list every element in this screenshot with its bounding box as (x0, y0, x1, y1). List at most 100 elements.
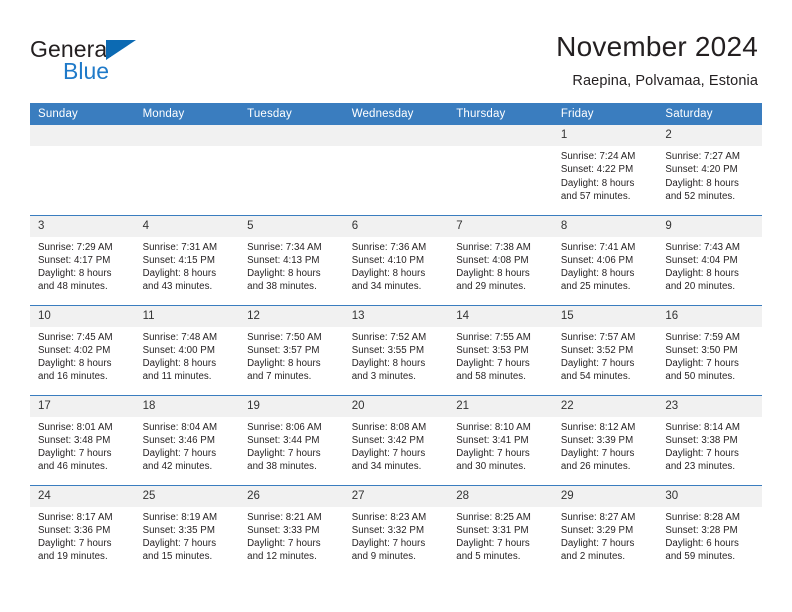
brand-logo[interactable]: General Blue (30, 36, 220, 86)
day-daylight2-text: and 42 minutes. (142, 461, 213, 473)
day-sunrise-text: Sunrise: 8:19 AM (142, 511, 218, 523)
day-daylight1-text: Daylight: 7 hours (560, 538, 635, 550)
calendar-day-cell[interactable]: 21 Sunrise: 8:10 AM Sunset: 3:41 PM Dayligh… (448, 394, 553, 485)
calendar-day-cell[interactable]: 16 Sunrise: 7:59 AM Sunset: 3:50 PM Dayligh… (657, 304, 762, 395)
day-sun-info: Sunrise: 7:36 AM Sunset: 4:10 PM Daylight:… (344, 237, 449, 294)
day-sun-info: Sunrise: 8:14 AM Sunset: 3:38 PM Daylight:… (657, 417, 762, 474)
calendar-day-cell[interactable]: 23 Sunrise: 8:14 AM Sunset: 3:38 PM Dayligh… (657, 394, 762, 485)
calendar-day-cell[interactable]: 2 Sunrise: 7:27 AM Sunset: 4:20 PM Daylight… (657, 125, 762, 215)
weekday-header-saturday: Saturday (657, 103, 762, 125)
day-daylight2-text: and 2 minutes. (560, 551, 626, 563)
calendar-day-cell[interactable]: 30 Sunrise: 8:28 AM Sunset: 3:28 PM Dayligh… (657, 484, 762, 575)
day-sunrise-text: Sunrise: 7:57 AM (560, 331, 636, 343)
calendar-day-cell[interactable]: 25 Sunrise: 8:19 AM Sunset: 3:35 PM Dayligh… (134, 484, 240, 575)
day-sun-info: Sunrise: 8:25 AM Sunset: 3:31 PM Daylight:… (448, 507, 553, 564)
day-number: 16 (657, 305, 762, 327)
calendar-page: General Blue November 2024 Raepina, Polv… (0, 0, 792, 612)
calendar-day-cell[interactable]: 28 Sunrise: 8:25 AM Sunset: 3:31 PM Dayligh… (448, 484, 553, 575)
day-daylight1-text: Daylight: 7 hours (351, 538, 426, 550)
day-sunset-text: Sunset: 3:55 PM (351, 344, 425, 356)
day-sunset-text: Sunset: 4:17 PM (38, 254, 111, 266)
calendar-day-cell[interactable]: 7 Sunrise: 7:38 AM Sunset: 4:08 PM Daylight… (448, 214, 553, 305)
calendar-body: 1 Sunrise: 7:24 AM Sunset: 4:22 PM Daylight… (30, 125, 762, 575)
calendar-day-cell[interactable]: 17 Sunrise: 8:01 AM Sunset: 3:48 PM Dayligh… (30, 394, 135, 485)
calendar-day-cell[interactable]: 14 Sunrise: 7:55 AM Sunset: 3:53 PM Dayligh… (448, 304, 553, 395)
day-sun-info: Sunrise: 7:43 AM Sunset: 4:04 PM Daylight:… (657, 237, 762, 294)
calendar-table: Sunday Monday Tuesday Wednesday Thursday… (30, 103, 762, 575)
day-sunrise-text: Sunrise: 7:43 AM (665, 241, 740, 253)
calendar-day-cell[interactable]: 6 Sunrise: 7:36 AM Sunset: 4:10 PM Daylight… (343, 214, 449, 305)
calendar-day-cell[interactable]: 18 Sunrise: 8:04 AM Sunset: 3:46 PM Dayligh… (134, 394, 240, 485)
day-number: 18 (134, 395, 240, 417)
day-number: 28 (448, 485, 553, 507)
day-sunrise-text: Sunrise: 8:21 AM (247, 511, 322, 523)
day-sunrise-text: Sunrise: 8:23 AM (351, 511, 427, 523)
day-sun-info: Sunrise: 7:41 AM Sunset: 4:06 PM Daylight:… (553, 237, 658, 294)
calendar-day-cell[interactable]: 10 Sunrise: 7:45 AM Sunset: 4:02 PM Dayligh… (30, 304, 135, 395)
day-sunset-text: Sunset: 3:52 PM (560, 344, 634, 356)
day-daylight2-text: and 43 minutes. (142, 281, 213, 293)
title-block: November 2024 Raepina, Polvamaa, Estonia (556, 30, 758, 91)
calendar-day-cell[interactable]: 26 Sunrise: 8:21 AM Sunset: 3:33 PM Dayligh… (239, 484, 344, 575)
calendar-day-cell-empty (448, 125, 553, 215)
day-daylight1-text: Daylight: 8 hours (247, 358, 321, 370)
calendar-day-cell[interactable]: 29 Sunrise: 8:27 AM Sunset: 3:29 PM Dayligh… (552, 484, 658, 575)
calendar-day-cell[interactable]: 27 Sunrise: 8:23 AM Sunset: 3:32 PM Dayligh… (343, 484, 449, 575)
calendar-day-cell[interactable]: 12 Sunrise: 7:50 AM Sunset: 3:57 PM Dayligh… (239, 304, 344, 395)
day-sunset-text: Sunset: 4:06 PM (560, 254, 634, 266)
day-sunset-text: Sunset: 3:50 PM (665, 344, 738, 356)
day-daylight2-text: and 38 minutes. (247, 461, 317, 473)
day-daylight2-text: and 54 minutes. (560, 371, 631, 383)
page-subtitle: Raepina, Polvamaa, Estonia (572, 73, 758, 89)
day-sun-info: Sunrise: 7:31 AM Sunset: 4:15 PM Daylight:… (135, 237, 240, 294)
day-sunrise-text: Sunrise: 7:52 AM (351, 331, 427, 343)
day-sunrise-text: Sunrise: 7:24 AM (560, 151, 636, 162)
calendar-day-cell[interactable]: 5 Sunrise: 7:34 AM Sunset: 4:13 PM Daylight… (239, 214, 344, 305)
calendar-day-cell[interactable]: 13 Sunrise: 7:52 AM Sunset: 3:55 PM Dayligh… (343, 304, 449, 395)
day-sunrise-text: Sunrise: 7:50 AM (247, 331, 322, 343)
day-sun-info: Sunrise: 8:06 AM Sunset: 3:44 PM Daylight:… (239, 417, 344, 474)
day-number: 14 (448, 305, 553, 327)
calendar-day-cell[interactable]: 3 Sunrise: 7:29 AM Sunset: 4:17 PM Daylight… (30, 214, 135, 305)
day-sun-info: Sunrise: 7:38 AM Sunset: 4:08 PM Daylight:… (448, 237, 553, 294)
calendar-day-cell[interactable]: 1 Sunrise: 7:24 AM Sunset: 4:22 PM Daylight… (552, 125, 658, 215)
day-daylight2-text: and 48 minutes. (38, 281, 108, 293)
day-sunset-text: Sunset: 3:35 PM (142, 524, 215, 536)
day-daylight2-text: and 26 minutes. (560, 461, 631, 473)
day-daylight1-text: Daylight: 7 hours (560, 358, 635, 370)
day-sunrise-text: Sunrise: 7:31 AM (142, 241, 218, 253)
calendar-day-cell[interactable]: 8 Sunrise: 7:41 AM Sunset: 4:06 PM Daylight… (552, 214, 658, 305)
day-number: 22 (552, 395, 658, 417)
day-daylight1-text: Daylight: 7 hours (665, 448, 739, 460)
calendar-day-cell[interactable]: 19 Sunrise: 8:06 AM Sunset: 3:44 PM Dayligh… (239, 394, 344, 485)
day-sunset-text: Sunset: 4:10 PM (351, 254, 425, 266)
day-sunset-text: Sunset: 3:44 PM (247, 434, 320, 446)
calendar-week-row: 17 Sunrise: 8:01 AM Sunset: 3:48 PM Dayligh… (30, 394, 762, 485)
day-sunset-text: Sunset: 3:48 PM (38, 434, 111, 446)
calendar-day-cell[interactable]: 4 Sunrise: 7:31 AM Sunset: 4:15 PM Daylight… (134, 214, 240, 305)
day-sunrise-text: Sunrise: 8:08 AM (351, 421, 427, 433)
day-sunset-text: Sunset: 3:42 PM (351, 434, 425, 446)
calendar-day-cell[interactable]: 11 Sunrise: 7:48 AM Sunset: 4:00 PM Dayligh… (134, 304, 240, 395)
calendar-day-cell[interactable]: 24 Sunrise: 8:17 AM Sunset: 3:36 PM Dayligh… (30, 484, 135, 575)
calendar-day-cell[interactable]: 22 Sunrise: 8:12 AM Sunset: 3:39 PM Dayligh… (552, 394, 658, 485)
calendar-day-cell[interactable]: 20 Sunrise: 8:08 AM Sunset: 3:42 PM Dayligh… (343, 394, 449, 485)
day-number: 23 (657, 395, 762, 417)
day-sunrise-text: Sunrise: 8:04 AM (142, 421, 218, 433)
calendar-day-cell[interactable]: 9 Sunrise: 7:43 AM Sunset: 4:04 PM Daylight… (657, 214, 762, 305)
calendar-day-cell[interactable]: 15 Sunrise: 7:57 AM Sunset: 3:52 PM Dayligh… (552, 304, 658, 395)
day-sunrise-text: Sunrise: 8:12 AM (560, 421, 636, 433)
day-daylight2-text: and 20 minutes. (665, 281, 736, 293)
day-daylight1-text: Daylight: 7 hours (38, 538, 112, 550)
day-daylight1-text: Daylight: 7 hours (142, 538, 217, 550)
day-sunset-text: Sunset: 4:00 PM (142, 344, 215, 356)
day-daylight1-text: Daylight: 7 hours (351, 448, 426, 460)
day-sunrise-text: Sunrise: 7:45 AM (38, 331, 113, 343)
day-sunrise-text: Sunrise: 8:28 AM (665, 511, 740, 523)
day-number: 10 (30, 305, 135, 327)
day-sunrise-text: Sunrise: 8:27 AM (560, 511, 636, 523)
day-daylight1-text: Daylight: 8 hours (665, 177, 739, 189)
day-sunrise-text: Sunrise: 7:38 AM (456, 241, 531, 253)
day-daylight2-text: and 9 minutes. (351, 551, 416, 563)
day-number: 2 (657, 125, 762, 146)
